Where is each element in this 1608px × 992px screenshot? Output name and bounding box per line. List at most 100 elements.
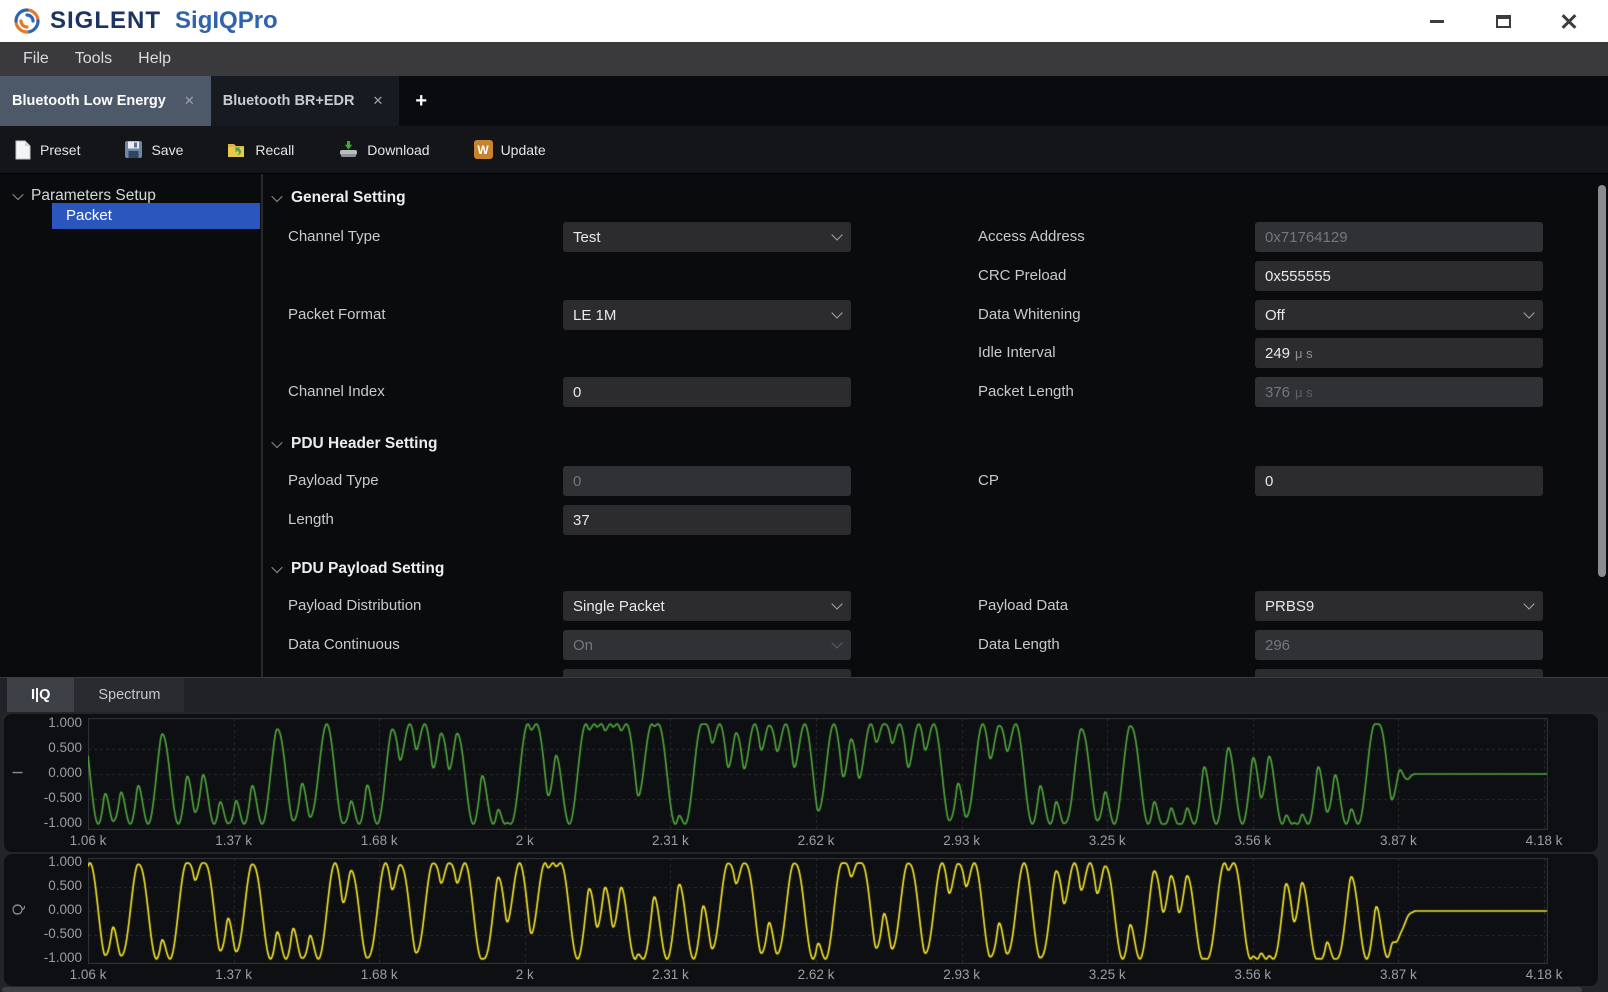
section-header-2: PDU Payload Setting [267,557,444,581]
x-tick-label: 4.18 k [1526,967,1563,982]
partial-field [1255,669,1543,677]
title-bar: SIGLENT SigIQPro [0,0,1608,42]
close-button[interactable] [1560,12,1578,30]
parameter-form: General Setting PDU Header Setting PDU Pay… [263,174,1608,677]
menu-file[interactable]: File [10,50,62,68]
y-tick-label: 1.000 [20,715,82,730]
access_address-label: Access Address [978,222,1085,252]
menu-tools[interactable]: Tools [62,50,125,68]
channel_index-label: Channel Index [288,377,385,407]
app-window: SIGLENT SigIQPro File Tools Help Bluetoo… [0,0,1608,992]
tab-bluetooth-br-edr[interactable]: Bluetooth BR+EDR ✕ [211,76,400,126]
data_continuous-value: On [573,637,593,654]
tab-close-icon[interactable]: ✕ [368,91,387,111]
crc_preload-value: 0x555555 [1265,268,1331,285]
brand-siglent: SIGLENT [50,7,161,35]
packet_length-unit: μ s [1295,385,1313,400]
x-tick-label: 2.93 k [943,833,980,848]
view-tab-bar: I|Q Spectrum [0,678,1608,712]
y-tick-label: 1.000 [20,854,82,869]
recall-button[interactable]: Recall [227,140,294,159]
i-waveform-chart: I 1.0000.5000.000-0.500-1.0001.06 k1.37 … [4,714,1598,852]
y-tick-label: -0.500 [20,790,82,805]
x-tick-label: 4.18 k [1526,833,1563,848]
chevron-down-icon[interactable] [271,437,282,448]
y-tick-label: 0.500 [20,740,82,755]
data_continuous-select: On [563,630,851,660]
iq-viewer-section: I|Q Spectrum I 1.0000.5000.000-0.500-1.0… [0,677,1608,992]
data_length-label: Data Length [978,630,1060,660]
data_whitening-select[interactable]: Off [1255,300,1543,330]
maximize-button[interactable] [1494,12,1512,30]
tree-item-packet[interactable]: Packet [52,203,260,229]
parameters-tree: Parameters Setup Packet [0,174,263,677]
chevron-down-icon [12,189,23,200]
payload_type-value: 0 [573,473,581,490]
close-icon [1561,13,1577,29]
tab-label: Bluetooth BR+EDR [223,93,355,109]
x-tick-label: 1.37 k [215,967,252,982]
chevron-down-icon [1523,307,1534,318]
cp-input[interactable]: 0 [1255,466,1543,496]
x-tick-label: 3.56 k [1234,967,1271,982]
idle_interval-input[interactable]: 249μ s [1255,338,1543,368]
document-tab-bar: Bluetooth Low Energy ✕ Bluetooth BR+EDR … [0,76,1608,126]
horizontal-scrollbar [0,987,1608,992]
packet_length-value: 376 [1265,384,1290,401]
channel_index-input[interactable]: 0 [563,377,851,407]
x-tick-label: 1.68 k [361,967,398,982]
cp-value: 0 [1265,473,1273,490]
section-header-0: General Setting [267,186,406,210]
chevron-down-icon[interactable] [271,191,282,202]
packet_format-label: Packet Format [288,300,386,330]
y-tick-label: -1.000 [20,950,82,965]
main-area: Parameters Setup Packet General Setting P… [0,174,1608,677]
tab-spectrum[interactable]: Spectrum [74,678,184,712]
download-button[interactable]: Download [338,140,429,159]
payload_data-value: PRBS9 [1265,598,1314,615]
save-button[interactable]: Save [124,140,183,159]
tab-label: Bluetooth Low Energy [12,93,166,109]
tab-close-icon[interactable]: ✕ [180,91,199,111]
q-waveform-canvas[interactable] [88,858,1548,964]
floppy-icon [124,140,143,159]
chevron-down-icon [1523,598,1534,609]
x-tick-label: 3.25 k [1089,833,1126,848]
menu-help[interactable]: Help [125,50,184,68]
crc_preload-input[interactable]: 0x555555 [1255,261,1543,291]
x-tick-label: 1.68 k [361,833,398,848]
x-tick-label: 2 k [516,833,534,848]
x-tick-label: 1.06 k [70,967,107,982]
vertical-scrollbar-thumb[interactable] [1598,185,1606,577]
update-button[interactable]: W Update [474,140,546,159]
payload_distribution-select[interactable]: Single Packet [563,591,851,621]
x-tick-label: 1.06 k [70,833,107,848]
length-input[interactable]: 37 [563,505,851,535]
tool-label: Download [367,142,429,158]
tab-iq[interactable]: I|Q [7,678,74,712]
y-tick-label: 0.000 [20,765,82,780]
length-value: 37 [573,512,590,529]
tab-bluetooth-low-energy[interactable]: Bluetooth Low Energy ✕ [0,76,211,126]
horizontal-scrollbar-thumb[interactable] [2,987,1582,992]
section-title: General Setting [291,189,406,207]
add-tab-button[interactable]: + [399,76,443,126]
minimize-icon [1430,20,1444,23]
x-tick-label: 2.62 k [798,967,835,982]
payload_data-select[interactable]: PRBS9 [1255,591,1543,621]
packet_format-select[interactable]: LE 1M [563,300,851,330]
chevron-down-icon[interactable] [271,562,282,573]
access_address-input: 0x71764129 [1255,222,1543,252]
payload_distribution-value: Single Packet [573,598,665,615]
i-waveform-canvas[interactable] [88,718,1548,830]
x-tick-label: 2 k [516,967,534,982]
channel_type-select[interactable]: Test [563,222,851,252]
idle_interval-value: 249 [1265,345,1290,362]
crc_preload-label: CRC Preload [978,261,1066,291]
preset-button[interactable]: Preset [14,140,80,160]
channel_index-value: 0 [573,384,581,401]
chevron-down-icon [831,637,842,648]
update-w-icon: W [474,140,493,159]
section-title: PDU Header Setting [291,435,437,453]
minimize-button[interactable] [1428,12,1446,30]
